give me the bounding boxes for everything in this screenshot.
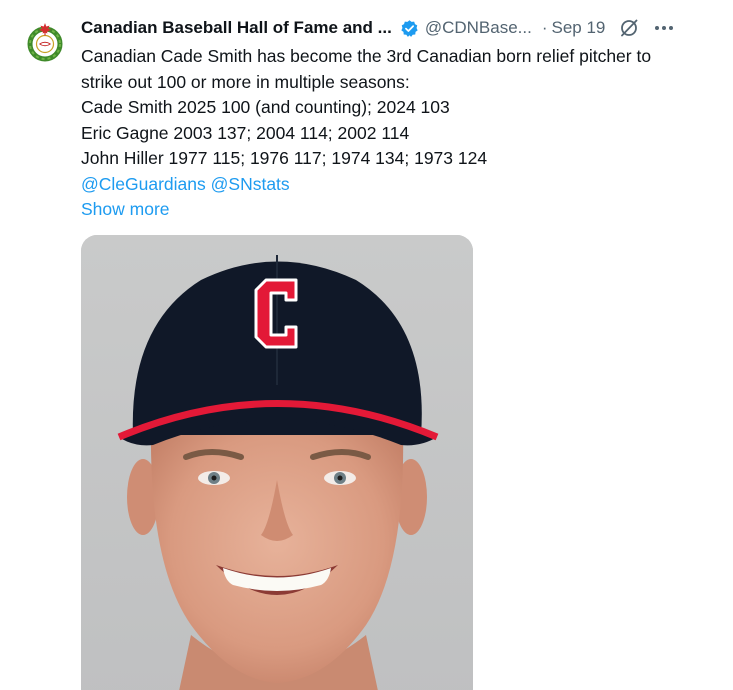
handle[interactable]: @CDNBase... [425,18,532,38]
avatar[interactable] [24,20,66,62]
maple-leaf-wreath-logo [27,23,63,62]
player-headshot-photo[interactable] [81,235,473,690]
tweet-text-line: strike out 100 or more in multiple seaso… [81,71,410,92]
more-options-icon[interactable] [653,18,675,38]
mentions-line: @CleGuardians @SNstats [81,172,721,198]
tweet-text-line: Eric Gagne 2003 137; 2004 114; 2002 114 [81,122,410,143]
show-more-link[interactable]: Show more [81,197,721,223]
mention-link[interactable]: @CleGuardians [81,174,206,194]
tweet-header: Canadian Baseball Hall of Fame and ... @… [81,14,721,42]
timestamp[interactable]: Sep 19 [552,18,606,38]
tweet-text-line: Canadian Cade Smith has become the 3rd C… [81,46,652,66]
tweet-text-line: John Hiller 1977 115; 1976 117; 1974 134… [81,148,488,168]
separator-dot: · [541,18,548,37]
tweet-card[interactable]: Canadian Baseball Hall of Fame and ... @… [0,0,733,690]
grok-icon[interactable] [619,18,639,38]
mention-link[interactable]: @SNstats [211,174,290,194]
verified-badge-icon [400,19,419,38]
tweet-text: Canadian Cade Smith has become the 3rd C… [81,44,721,197]
tweet-text-line: Cade Smith 2025 100 (and counting); 2024… [81,97,450,117]
display-name[interactable]: Canadian Baseball Hall of Fame and ... [81,18,392,38]
